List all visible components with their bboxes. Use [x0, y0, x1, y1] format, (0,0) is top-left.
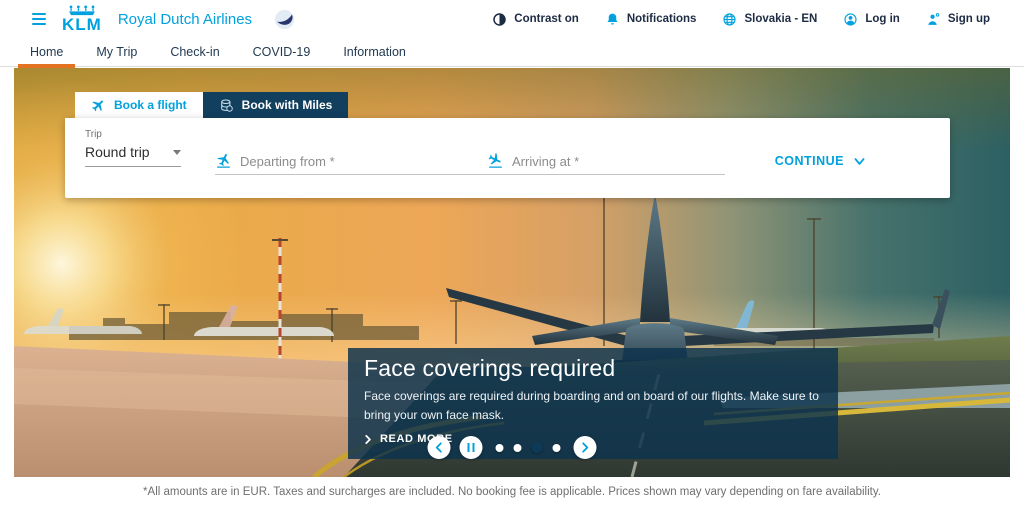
chevron-left-icon: [434, 442, 445, 453]
carousel-dot[interactable]: [553, 444, 561, 452]
signup-label: Sign up: [948, 13, 990, 25]
brand-name: Royal Dutch Airlines: [118, 11, 252, 28]
trip-type-value: Round trip: [85, 144, 150, 160]
klm-homepage: KLM Royal Dutch Airlines Contrast on: [0, 0, 1024, 515]
continue-label: CONTINUE: [775, 154, 844, 168]
carousel-dot[interactable]: [514, 444, 522, 452]
main-nav: Home My Trip Check-in COVID-19 Informati…: [0, 38, 1024, 67]
user-icon: [843, 12, 858, 27]
carousel-dot[interactable]: [532, 442, 543, 453]
skyteam-logo-icon: [274, 9, 295, 30]
carousel-prev-button[interactable]: [428, 436, 451, 459]
arriving-field: [487, 152, 725, 175]
carousel-dots: [496, 442, 561, 453]
nav-item-home[interactable]: Home: [30, 38, 63, 67]
chevron-right-icon: [364, 435, 373, 444]
booking-widget: Book a flight Book with Miles: [65, 92, 950, 198]
login-label: Log in: [865, 13, 900, 25]
chevron-down-icon: [853, 155, 866, 168]
menu-icon[interactable]: [30, 11, 48, 27]
nav-item-covid19[interactable]: COVID-19: [253, 38, 311, 67]
tab-book-with-miles[interactable]: Book with Miles: [203, 92, 349, 118]
user-add-icon: [926, 12, 941, 27]
plane-landing-icon: [487, 152, 504, 169]
trip-type-select[interactable]: Round trip: [85, 144, 181, 167]
login-button[interactable]: Log in: [843, 12, 900, 27]
contrast-icon: [492, 12, 507, 27]
carousel-controls: [428, 436, 597, 459]
carousel-next-button[interactable]: [574, 436, 597, 459]
notifications-button[interactable]: Notifications: [605, 12, 697, 27]
language-selector[interactable]: Slovakia - EN: [722, 12, 817, 27]
header-brand-group: KLM Royal Dutch Airlines: [30, 5, 295, 33]
pause-icon: [467, 443, 475, 452]
contrast-toggle[interactable]: Contrast on: [492, 12, 579, 27]
booking-card: Trip Round trip: [65, 118, 950, 198]
nav-item-check-in[interactable]: Check-in: [170, 38, 219, 67]
top-header: KLM Royal Dutch Airlines Contrast on: [0, 0, 1024, 38]
tab-label: Book with Miles: [242, 98, 333, 112]
klm-wordmark: KLM: [62, 16, 102, 33]
globe-icon: [722, 12, 737, 27]
contrast-label: Contrast on: [514, 13, 579, 25]
plane-takeoff-icon: [215, 152, 232, 169]
signup-button[interactable]: Sign up: [926, 12, 990, 27]
banner-body: Face coverings are required during board…: [364, 387, 822, 425]
nav-item-my-trip[interactable]: My Trip: [96, 38, 137, 67]
caret-down-icon: [173, 150, 181, 155]
booking-tabs: Book a flight Book with Miles: [75, 92, 950, 118]
trip-label: Trip: [85, 129, 181, 140]
carousel-pause-button[interactable]: [460, 436, 483, 459]
arriving-input[interactable]: [512, 154, 725, 169]
language-label: Slovakia - EN: [744, 13, 817, 25]
klm-logo[interactable]: KLM: [62, 5, 102, 33]
nav-item-information[interactable]: Information: [343, 38, 406, 67]
bell-icon: [605, 12, 620, 27]
continue-button[interactable]: CONTINUE: [775, 154, 866, 168]
hero-carousel: Book a flight Book with Miles: [14, 68, 1010, 477]
airplane-icon: [88, 94, 109, 115]
miles-coins-icon: [219, 98, 234, 113]
tab-book-a-flight[interactable]: Book a flight: [75, 92, 203, 118]
banner-title: Face coverings required: [364, 355, 822, 382]
chevron-right-icon: [580, 442, 591, 453]
trip-field: Trip Round trip: [85, 129, 181, 167]
tab-label: Book a flight: [114, 98, 187, 112]
notifications-label: Notifications: [627, 13, 697, 25]
departing-field: [215, 152, 487, 175]
departing-input[interactable]: [240, 154, 487, 169]
carousel-dot[interactable]: [496, 444, 504, 452]
header-actions: Contrast on Notifications Slovakia -: [492, 12, 990, 27]
pricing-disclaimer: *All amounts are in EUR. Taxes and surch…: [0, 486, 1024, 498]
